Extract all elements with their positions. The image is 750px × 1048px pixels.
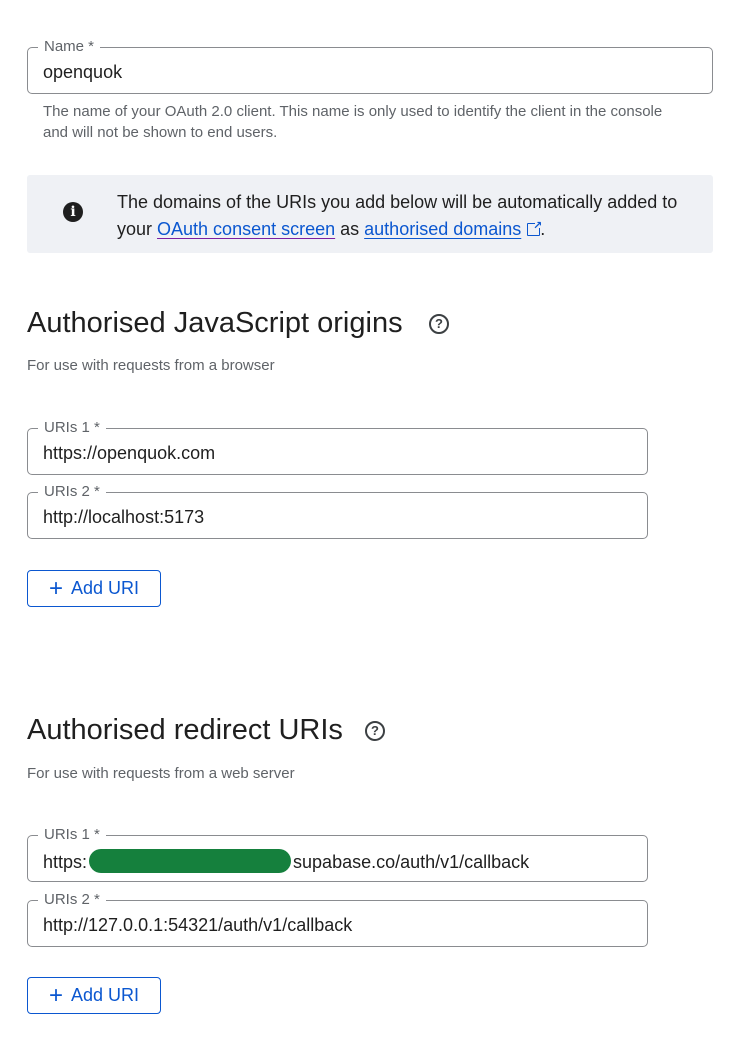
- redirect-uri-2-value: http://127.0.0.1:54321/auth/v1/callback: [43, 915, 353, 935]
- plus-icon: +: [48, 574, 63, 602]
- redirect-uri-1-prefix: https:: [43, 852, 88, 872]
- js-origin-uri-2-field[interactable]: URIs 2 * http://localhost:5173: [27, 483, 648, 539]
- js-origins-add-uri-button[interactable]: + Add URI: [27, 570, 161, 607]
- redirect-uri-2-field[interactable]: URIs 2 * http://127.0.0.1:54321/auth/v1/…: [27, 891, 648, 947]
- info-banner-text: The domains of the URIs you add below wi…: [117, 189, 697, 243]
- name-field-help: The name of your OAuth 2.0 client. This …: [43, 103, 663, 141]
- js-origin-uri-1-field[interactable]: URIs 1 * https://openquok.com: [27, 419, 648, 475]
- redirect-uris-help-icon[interactable]: ?: [365, 721, 385, 741]
- js-origin-uri-2-label: URIs 2 *: [38, 483, 106, 501]
- name-field-label: Name *: [38, 38, 101, 56]
- js-origins-add-uri-label: Add URI: [70, 578, 140, 598]
- redirect-uris-subtitle: For use with requests from a web server: [27, 765, 295, 782]
- name-field[interactable]: Name * openquok: [27, 38, 713, 94]
- js-origin-uri-1-value: https://openquok.com: [43, 443, 216, 463]
- redirect-uri-1-field[interactable]: URIs 1 * https: supabase.co/auth/v1/callb…: [27, 826, 648, 882]
- redirect-uris-title: Authorised redirect URIs: [27, 714, 343, 746]
- authorised-domains-link[interactable]: authorised domains: [364, 219, 521, 239]
- redirect-uri-1-value: https: supabase.co/auth/v1/callback: [43, 849, 529, 873]
- js-origins-help-icon[interactable]: ?: [429, 314, 449, 334]
- oauth-consent-screen-link[interactable]: OAuth consent screen: [157, 219, 335, 239]
- redacted-block: [89, 849, 292, 873]
- js-origin-uri-2-value: http://localhost:5173: [43, 507, 205, 527]
- redirect-uri-2-label: URIs 2 *: [38, 891, 106, 909]
- info-icon: i: [63, 202, 83, 222]
- js-origins-title: Authorised JavaScript origins: [27, 307, 403, 339]
- name-field-value: openquok: [43, 62, 123, 82]
- plus-icon: +: [48, 981, 63, 1009]
- info-banner: i The domains of the URIs you add below …: [27, 175, 713, 253]
- redirect-uris-add-uri-label: Add URI: [70, 985, 140, 1005]
- redirect-uri-1-label: URIs 1 *: [38, 826, 106, 844]
- info-text-middle: as: [335, 219, 365, 239]
- js-origins-subtitle: For use with requests from a browser: [27, 357, 275, 374]
- external-link-icon: ↗: [527, 221, 543, 236]
- redirect-uris-add-uri-button[interactable]: + Add URI: [27, 977, 161, 1014]
- js-origin-uri-1-label: URIs 1 *: [38, 419, 106, 437]
- redirect-uri-1-suffix: supabase.co/auth/v1/callback: [293, 852, 530, 872]
